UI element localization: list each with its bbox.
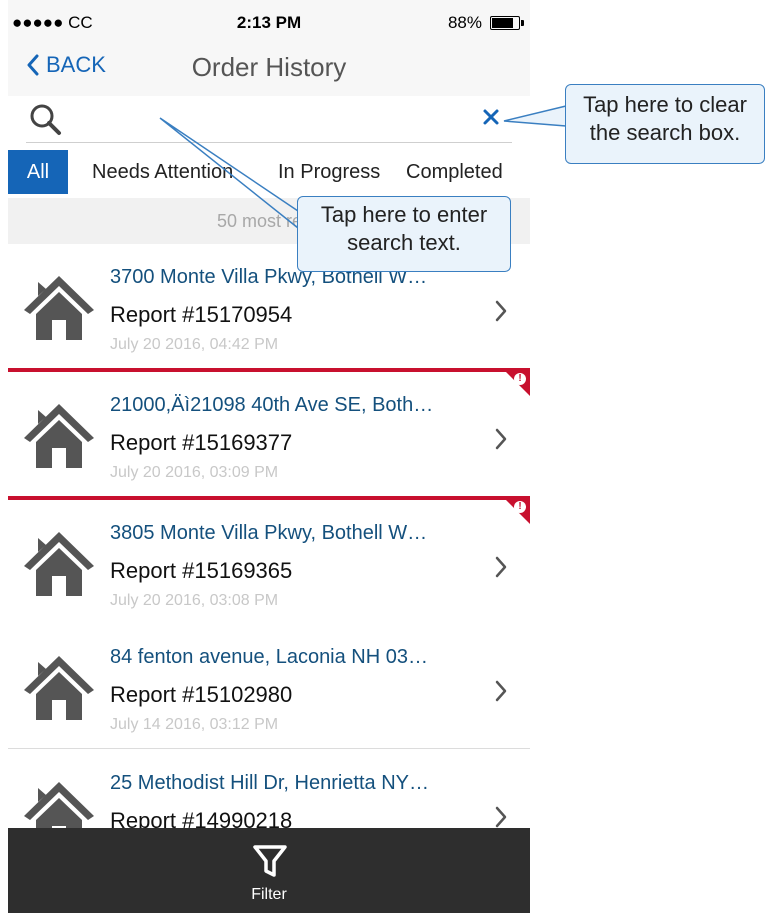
search-underline xyxy=(26,142,512,143)
order-address: 3805 Monte Villa Pkwy, Bothell W… xyxy=(110,522,428,544)
battery-icon xyxy=(490,16,524,30)
callout-text-line: the search box. xyxy=(589,120,741,145)
filter-tabs: All Needs Attention In Progress Complete… xyxy=(8,150,530,194)
house-icon xyxy=(24,404,94,468)
clear-search-icon[interactable] xyxy=(482,108,500,126)
chevron-right-icon xyxy=(495,556,507,578)
order-address: 21000,Äì21098 40th Ave SE, Both… xyxy=(110,394,434,416)
callout-text-line: Tap here to clear xyxy=(583,92,747,117)
order-row[interactable]: ! 21000,Äì21098 40th Ave SE, Both… Repor… xyxy=(8,368,530,497)
chevron-right-icon xyxy=(495,680,507,702)
filter-label: Filter xyxy=(251,886,287,903)
house-icon xyxy=(24,276,94,340)
order-date: July 20 2016, 03:08 PM xyxy=(110,592,279,609)
house-icon xyxy=(24,532,94,596)
callout-text-line: search text. xyxy=(347,230,461,255)
chevron-right-icon xyxy=(495,300,507,322)
exclamation-icon: ! xyxy=(514,373,526,385)
order-address: 25 Methodist Hill Dr, Henrietta NY… xyxy=(110,772,430,794)
callout-text-line: Tap here to enter xyxy=(320,202,488,227)
house-icon xyxy=(24,656,94,720)
order-date: July 14 2016, 03:12 PM xyxy=(110,716,279,733)
order-address: 84 fenton avenue, Laconia NH 03… xyxy=(110,646,428,668)
search-bar xyxy=(8,96,530,146)
order-date: July 20 2016, 03:09 PM xyxy=(110,464,279,481)
enter-search-callout: Tap here to enter search text. xyxy=(297,196,511,272)
tab-needs-attention[interactable]: Needs Attention xyxy=(92,150,233,194)
battery-percent: 88% xyxy=(447,13,482,32)
order-row[interactable]: ! 3805 Monte Villa Pkwy, Bothell W… Repo… xyxy=(8,496,530,625)
filter-bar[interactable]: Filter xyxy=(8,828,530,913)
search-input[interactable] xyxy=(66,102,470,138)
nav-bar: BACK Order History xyxy=(8,40,530,96)
chevron-right-icon xyxy=(495,806,507,828)
tab-completed[interactable]: Completed xyxy=(406,150,503,194)
chevron-right-icon xyxy=(495,428,507,450)
exclamation-icon: ! xyxy=(514,501,526,513)
status-bar: ●●●●● CC 2:13 PM 88% xyxy=(8,0,530,40)
tab-all[interactable]: All xyxy=(8,150,68,194)
search-icon xyxy=(30,104,61,135)
page-title: Order History xyxy=(191,52,347,82)
order-report-number: Report #15169365 xyxy=(110,558,293,583)
order-report-number: Report #15102980 xyxy=(110,682,293,707)
order-date: July 20 2016, 04:42 PM xyxy=(110,336,279,353)
filter-funnel-icon xyxy=(253,845,287,877)
order-report-number: Report #15169377 xyxy=(110,430,293,455)
tab-in-progress[interactable]: In Progress xyxy=(278,150,380,194)
clear-search-callout: Tap here to clear the search box. xyxy=(565,84,765,164)
order-row[interactable]: 84 fenton avenue, Laconia NH 03… Report … xyxy=(8,624,530,749)
phone-screen: ●●●●● CC 2:13 PM 88% BACK Order History … xyxy=(8,0,530,913)
order-report-number: Report #15170954 xyxy=(110,302,293,327)
